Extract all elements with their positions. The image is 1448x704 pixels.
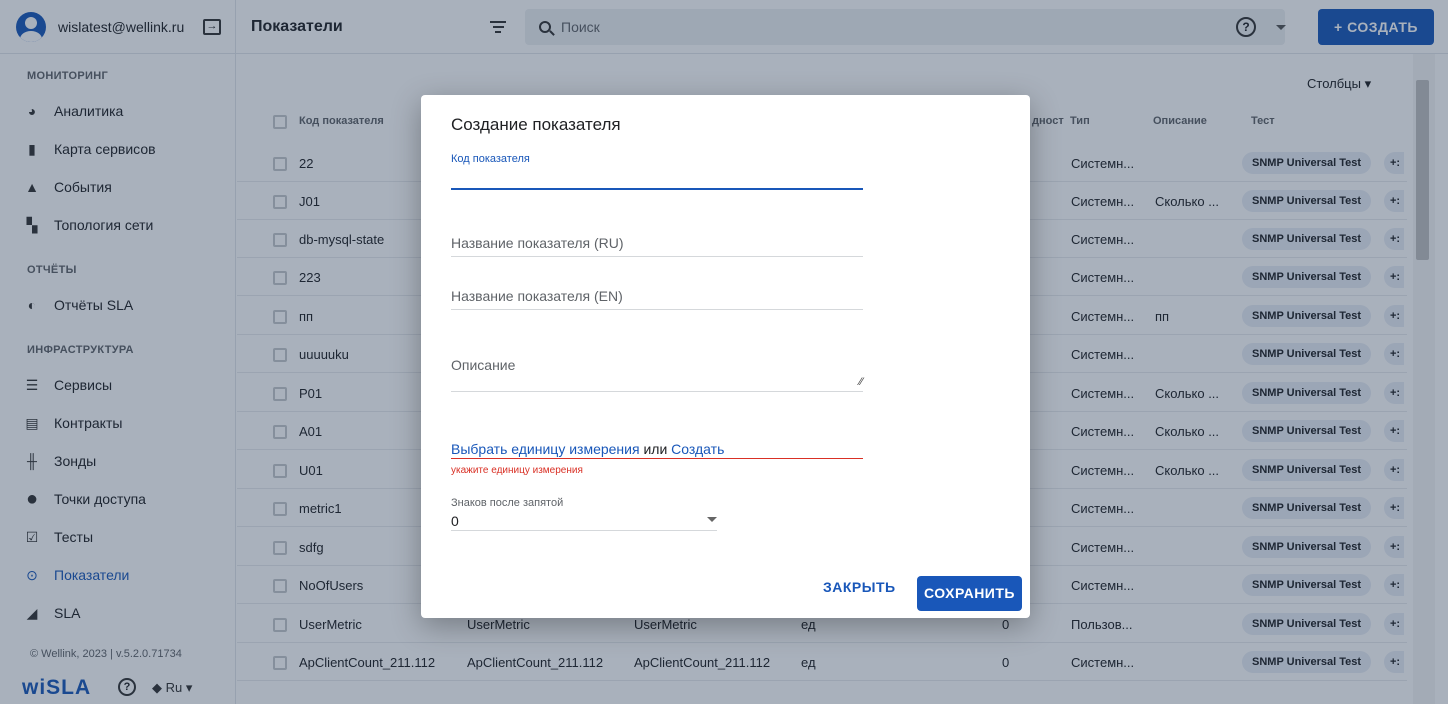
name-en-field[interactable]: Название показателя (EN) xyxy=(451,288,863,310)
name-ru-underline xyxy=(451,256,863,257)
code-label: Код показателя xyxy=(451,153,530,165)
chevron-down-icon xyxy=(707,517,717,522)
unit-field: Выбрать единицу измерения или Создать ук… xyxy=(451,441,863,481)
code-field[interactable]: Код показателя xyxy=(451,153,863,191)
decimals-select[interactable]: Знаков после запятой 0 xyxy=(451,497,717,531)
unit-underline xyxy=(451,458,863,459)
unit-create-link[interactable]: Создать xyxy=(671,441,724,457)
unit-error: укажите единицу измерения xyxy=(451,465,583,476)
name-ru-field[interactable]: Название показателя (RU) xyxy=(451,235,863,257)
dialog-title: Создание показателя xyxy=(451,115,621,134)
decimals-label: Знаков после запятой xyxy=(451,497,564,509)
code-underline xyxy=(451,188,863,190)
name-en-underline xyxy=(451,309,863,310)
resize-handle-icon[interactable]: ⁄⁄ xyxy=(859,376,863,388)
save-button[interactable]: СОХРАНИТЬ xyxy=(917,576,1022,611)
name-en-placeholder: Название показателя (EN) xyxy=(451,288,623,304)
description-field[interactable]: Описание ⁄⁄ xyxy=(451,357,863,392)
name-ru-placeholder: Название показателя (RU) xyxy=(451,235,624,251)
description-underline xyxy=(451,391,863,392)
decimals-value: 0 xyxy=(451,513,459,529)
create-metric-dialog: Создание показателя Код показателя Назва… xyxy=(421,95,1030,618)
unit-select-link[interactable]: Выбрать единицу измерения xyxy=(451,441,640,457)
close-button[interactable]: ЗАКРЫТЬ xyxy=(823,579,896,595)
decimals-underline xyxy=(451,530,717,531)
unit-or-text: или xyxy=(643,441,668,457)
description-placeholder: Описание xyxy=(451,357,516,373)
